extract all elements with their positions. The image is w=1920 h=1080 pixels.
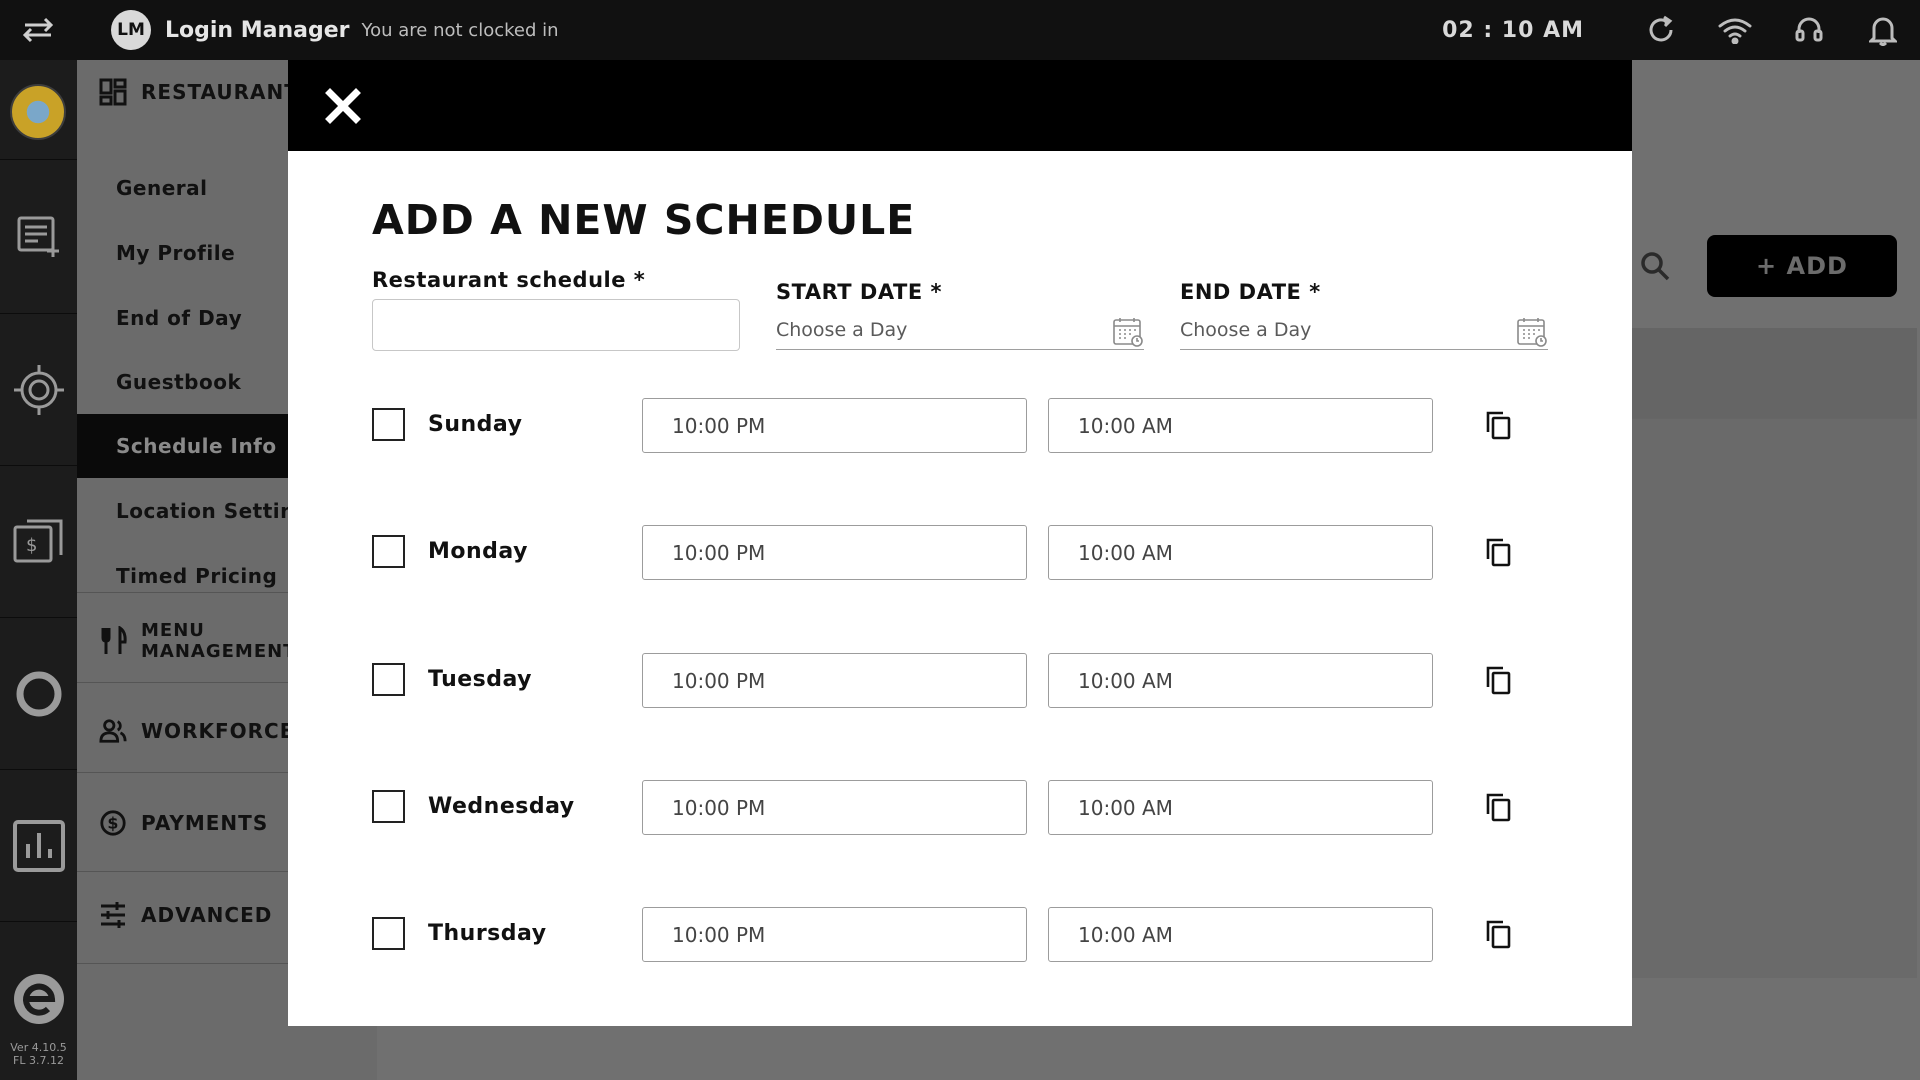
nav-section-label: MENU [141,620,205,641]
day-row-monday: Monday [372,525,1548,581]
nav-section-advanced[interactable]: ADVANCED [99,901,272,929]
day-row-wednesday: Wednesday [372,780,1548,836]
end-date-field[interactable] [1180,312,1548,350]
calendar-icon[interactable] [1516,316,1548,348]
nav-section-label: ADVANCED [141,903,273,927]
day-row-tuesday: Tuesday [372,653,1548,709]
start-date-input[interactable] [776,312,1096,348]
start-date-label: START DATE * [776,280,942,304]
end-date-input[interactable] [1180,312,1500,348]
dashboard-grid-icon [99,78,127,106]
nav-section-payments[interactable]: $ PAYMENTS [99,809,268,837]
start-time-input[interactable] [642,525,1027,580]
nav-section-label: RESTAURANT [141,80,299,104]
nav-section-label: WORKFORCE [141,719,295,743]
schedule-name-input[interactable] [372,299,740,351]
app-badge: LM [111,10,151,50]
schedule-list-panel [1617,418,1917,978]
day-label: Thursday [428,921,547,946]
end-time-input[interactable] [1048,907,1433,962]
nav-section-label: PAYMENTS [141,811,269,835]
svg-text:$: $ [26,535,37,556]
cash-register-icon[interactable]: $ [0,466,77,618]
start-time-input[interactable] [642,653,1027,708]
brand-e-logo-icon [14,974,64,1024]
end-time-input[interactable] [1048,653,1433,708]
sync-circle-icon[interactable] [0,618,77,770]
sliders-icon [99,901,127,929]
day-checkbox[interactable] [372,408,405,441]
day-row-thursday: Thursday [372,907,1548,963]
reports-chart-icon[interactable] [0,770,77,922]
day-label: Wednesday [428,794,575,819]
svg-text:$: $ [107,814,119,833]
start-time-input[interactable] [642,398,1027,453]
version-text: Ver 4.10.5 [10,1041,67,1054]
calendar-icon[interactable] [1112,316,1144,348]
day-label: Sunday [428,412,523,437]
copy-icon[interactable] [1484,537,1514,567]
day-checkbox[interactable] [372,790,405,823]
day-checkbox[interactable] [372,663,405,696]
schedule-list-header [1617,328,1917,418]
fork-knife-icon [99,626,127,655]
restaurant-logo [10,84,66,140]
copy-icon[interactable] [1484,919,1514,949]
nav-section-menu-management[interactable]: MENU MANAGEMENT [99,620,296,662]
copy-icon[interactable] [1484,792,1514,822]
copy-icon[interactable] [1484,410,1514,440]
kitchen-display-icon[interactable] [0,314,77,466]
add-schedule-modal: ADD A NEW SCHEDULE Restaurant schedule *… [288,60,1632,1026]
order-list-icon[interactable] [0,160,77,314]
refresh-icon[interactable] [1624,0,1698,60]
bell-icon[interactable] [1846,0,1920,60]
modal-header [288,60,1632,151]
start-date-field[interactable] [776,312,1144,350]
restaurant-logo-slot[interactable] [0,60,77,160]
day-label: Monday [428,539,528,564]
start-time-input[interactable] [642,780,1027,835]
add-button[interactable]: + ADD [1707,235,1897,297]
copy-icon[interactable] [1484,665,1514,695]
end-date-label: END DATE * [1180,280,1321,304]
left-rail: $ Ver 4.10.5 FL 3.7.12 [0,60,77,1080]
schedule-name-label: Restaurant schedule * [372,268,646,292]
app-title: Login Manager [165,17,350,43]
day-checkbox[interactable] [372,917,405,950]
clock-status-text: You are not clocked in [361,19,559,41]
headset-icon[interactable] [1772,0,1846,60]
top-bar: LM Login Manager You are not clocked in … [0,0,1920,60]
build-text: FL 3.7.12 [13,1054,64,1067]
nav-section-restaurant[interactable]: RESTAURANT [99,78,299,106]
clock-time: 02 : 10 AM [1442,17,1584,43]
swap-arrows-icon[interactable] [0,0,76,60]
wifi-icon[interactable] [1698,0,1772,60]
nav-section-workforce[interactable]: WORKFORCE [99,717,294,745]
day-label: Tuesday [428,667,533,692]
day-checkbox[interactable] [372,535,405,568]
end-time-input[interactable] [1048,525,1433,580]
search-icon[interactable] [1639,250,1671,286]
start-time-input[interactable] [642,907,1027,962]
dollar-circle-icon: $ [99,809,127,837]
nav-section-label: MANAGEMENT [141,641,297,662]
people-icon [99,717,127,745]
day-row-sunday: Sunday [372,398,1548,454]
end-time-input[interactable] [1048,780,1433,835]
modal-title: ADD A NEW SCHEDULE [372,196,916,244]
close-icon[interactable] [322,85,364,127]
end-time-input[interactable] [1048,398,1433,453]
